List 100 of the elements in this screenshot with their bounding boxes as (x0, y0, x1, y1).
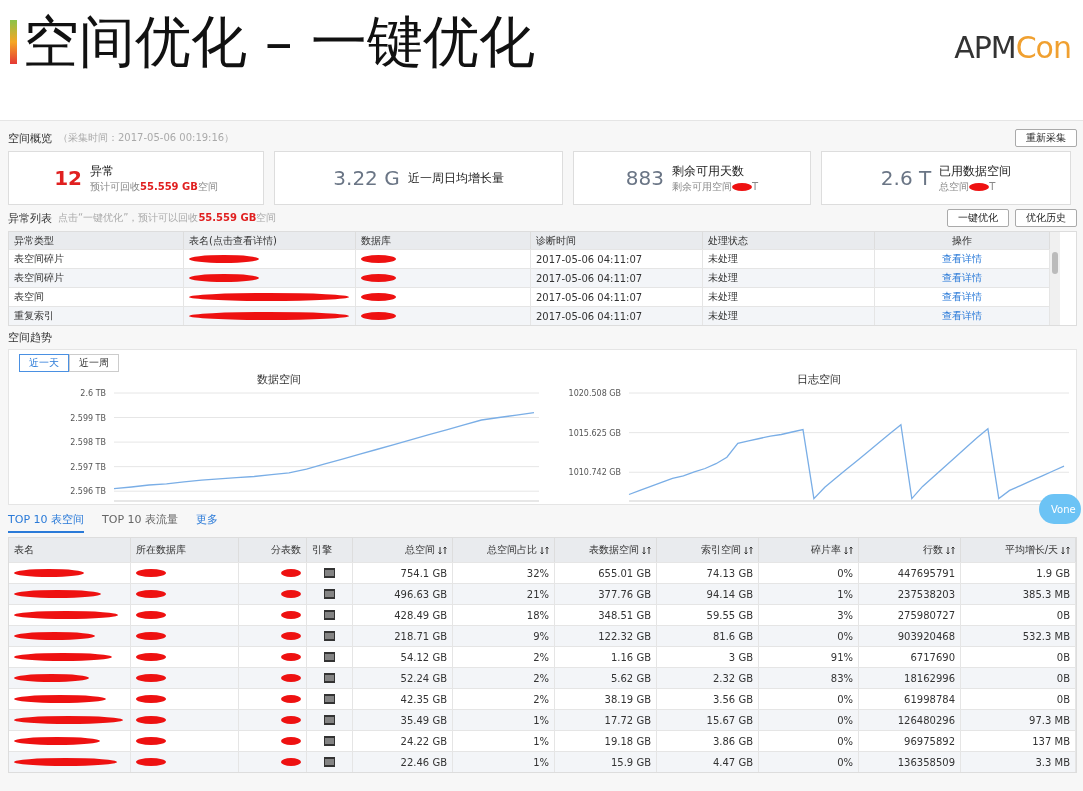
table-cell: 1.9 GB (961, 562, 1076, 583)
table-cell: 97.3 MB (961, 709, 1076, 730)
details-link[interactable]: 查看详情 (942, 271, 982, 285)
stat-note: T (752, 181, 759, 192)
table-cell: 2% (453, 667, 555, 688)
table-cell: 15.67 GB (657, 709, 759, 730)
sort-icon[interactable] (744, 545, 753, 555)
table-cell: 428.49 GB (353, 604, 453, 625)
table-cell: 1% (453, 751, 555, 772)
table-cell: 655.01 GB (555, 562, 657, 583)
column-header: 操作 (875, 232, 1050, 249)
column-header: 总空间 (405, 543, 435, 557)
table-cell: 未处理 (703, 287, 875, 306)
table-cell: 2017-05-06 04:11:07 (531, 268, 703, 287)
axis-label: 2.597 TB (70, 462, 106, 472)
stat-label: 剩余可用天数 (672, 162, 746, 180)
list-icon (324, 694, 335, 704)
column-header: 处理状态 (703, 232, 875, 249)
range-tab[interactable]: 近一周 (69, 354, 119, 372)
table-cell: 3.86 GB (657, 730, 759, 751)
table-cell: 0B (961, 688, 1076, 709)
table-cell: 0B (961, 646, 1076, 667)
table-cell: 754.1 GB (353, 562, 453, 583)
table-cell: 18162996 (859, 667, 961, 688)
details-link[interactable]: 查看详情 (942, 252, 982, 266)
redaction-mark (281, 674, 301, 682)
table-cell: 38.19 GB (555, 688, 657, 709)
table-cell: 4.47 GB (657, 751, 759, 772)
axis-label: 2.596 TB (70, 487, 106, 497)
details-link[interactable]: 查看详情 (942, 309, 982, 323)
table-cell: 0% (759, 730, 859, 751)
section-title: 空间概览 (8, 130, 52, 146)
axis-label: 1020.508 GB (569, 389, 621, 398)
table-cell: 0% (759, 625, 859, 646)
table-cell: 126480296 (859, 709, 961, 730)
column-header: 表名 (14, 543, 34, 557)
stat-value: 2.6 T (880, 166, 932, 190)
details-link[interactable]: 查看详情 (942, 290, 982, 304)
table-cell: 74.13 GB (657, 562, 759, 583)
stat-label: 异常 (89, 162, 115, 180)
redaction-mark (136, 674, 166, 682)
table-cell: 1% (759, 583, 859, 604)
table-cell: 377.76 GB (555, 583, 657, 604)
table-cell: 0% (759, 562, 859, 583)
list-icon (324, 610, 335, 620)
redaction-mark (281, 758, 301, 766)
column-header: 行数 (923, 543, 943, 557)
table-cell: 61998784 (859, 688, 961, 709)
redaction-mark (361, 312, 396, 320)
redaction-mark (189, 255, 259, 263)
table-cell: 275980727 (859, 604, 961, 625)
redaction-mark (136, 590, 166, 598)
redaction-mark (361, 293, 396, 301)
action-button[interactable]: 优化历史 (1015, 209, 1077, 227)
top-tab[interactable]: TOP 10 表空间 (8, 510, 84, 533)
table-cell: 42.35 GB (353, 688, 453, 709)
action-button[interactable]: 一键优化 (947, 209, 1009, 227)
range-tab[interactable]: 近一天 (19, 354, 69, 372)
redaction-mark (14, 569, 84, 577)
column-header: 总空间占比 (487, 543, 537, 557)
redaction-mark (136, 758, 166, 766)
section-title: 异常列表 (8, 210, 52, 226)
column-header: 异常类型 (9, 232, 184, 249)
top-tab[interactable]: TOP 10 表流量 (102, 510, 179, 533)
stat-note: 总空间 (939, 179, 970, 194)
table-cell: 237538203 (859, 583, 961, 604)
table-cell: 32% (453, 562, 555, 583)
redaction-mark (361, 274, 396, 282)
scrollbar[interactable] (1050, 232, 1060, 325)
sort-icon[interactable] (1061, 545, 1070, 555)
redaction-mark (136, 611, 166, 619)
sort-icon[interactable] (438, 545, 447, 555)
redaction-mark (281, 569, 301, 577)
table-cell: 9% (453, 625, 555, 646)
column-header: 碎片率 (811, 543, 841, 557)
sort-icon[interactable] (946, 545, 955, 555)
redaction-mark (361, 255, 396, 263)
list-icon (324, 673, 335, 683)
table-cell: 2% (453, 688, 555, 709)
list-icon (324, 715, 335, 725)
table-cell: 3 GB (657, 646, 759, 667)
sort-icon[interactable] (642, 545, 651, 555)
table-cell: 22.46 GB (353, 751, 453, 772)
stat-value: 3.22 G (333, 166, 400, 190)
recollect-button[interactable]: 重新采集 (1015, 129, 1077, 147)
redaction-mark (969, 182, 990, 191)
column-header: 引擎 (312, 543, 332, 557)
table-cell: 3% (759, 604, 859, 625)
column-header: 索引空间 (701, 543, 741, 557)
table-cell: 15.9 GB (555, 751, 657, 772)
more-link[interactable]: 更多 (196, 512, 219, 533)
sort-icon[interactable] (540, 545, 549, 555)
chart-title: 日志空间 (797, 372, 841, 387)
table-cell: 348.51 GB (555, 604, 657, 625)
table-cell: 3.3 MB (961, 751, 1076, 772)
table-cell: 2017-05-06 04:11:07 (531, 306, 703, 325)
sort-icon[interactable] (844, 545, 853, 555)
stat-label: 已用数据空间 (939, 162, 1012, 180)
collect-time: （采集时间：2017-05-06 00:19:16） (58, 131, 235, 145)
table-cell: 0% (759, 709, 859, 730)
